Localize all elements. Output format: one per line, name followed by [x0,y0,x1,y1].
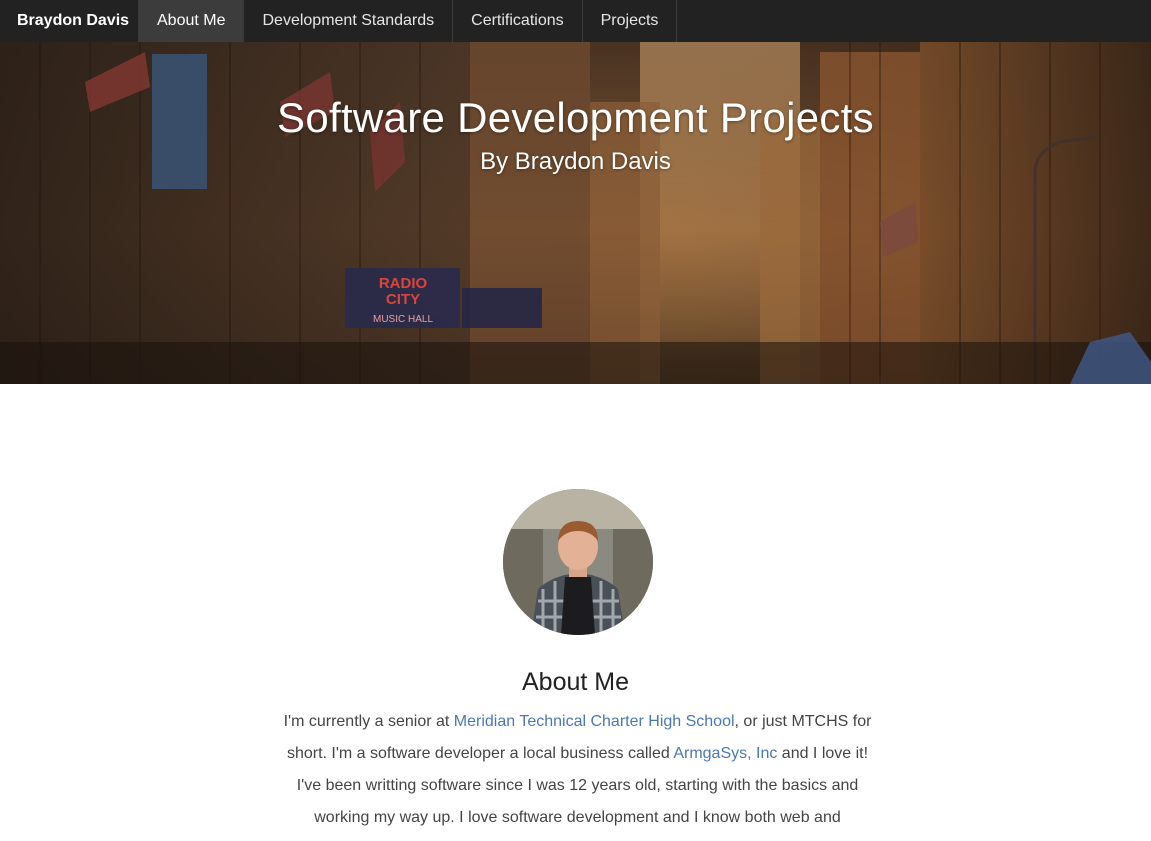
hero-subtitle: By Braydon Davis [480,148,671,175]
about-me-heading: About Me [521,668,629,696]
radio-city-sign-line1: RADIO [379,275,428,292]
nav-item-about-me[interactable]: About Me [138,0,245,42]
navbar-brand[interactable]: Braydon Davis [0,0,138,42]
about-me-paragraph: I'm currently a senior at Meridian Techn… [275,706,880,834]
radio-city-sign-line3: MUSIC HALL [373,314,433,325]
top-navbar: Braydon Davis About Me Development Stand… [0,0,1151,42]
hero-title: Software Development Projects [277,94,874,141]
profile-avatar [503,489,653,635]
hero-banner: RADIO CITY MUSIC HALL Software Developme… [0,42,1151,384]
about-text-segment: I'm currently a senior at [283,713,454,730]
armgasys-link[interactable]: ArmgaSys, Inc [673,745,777,762]
radio-city-sign-line2: CITY [386,291,420,308]
nav-item-development-standards[interactable]: Development Standards [244,0,454,42]
nav-item-projects[interactable]: Projects [583,0,678,42]
nav-item-certifications[interactable]: Certifications [453,0,583,42]
mtchs-link[interactable]: Meridian Technical Charter High School [454,713,735,730]
